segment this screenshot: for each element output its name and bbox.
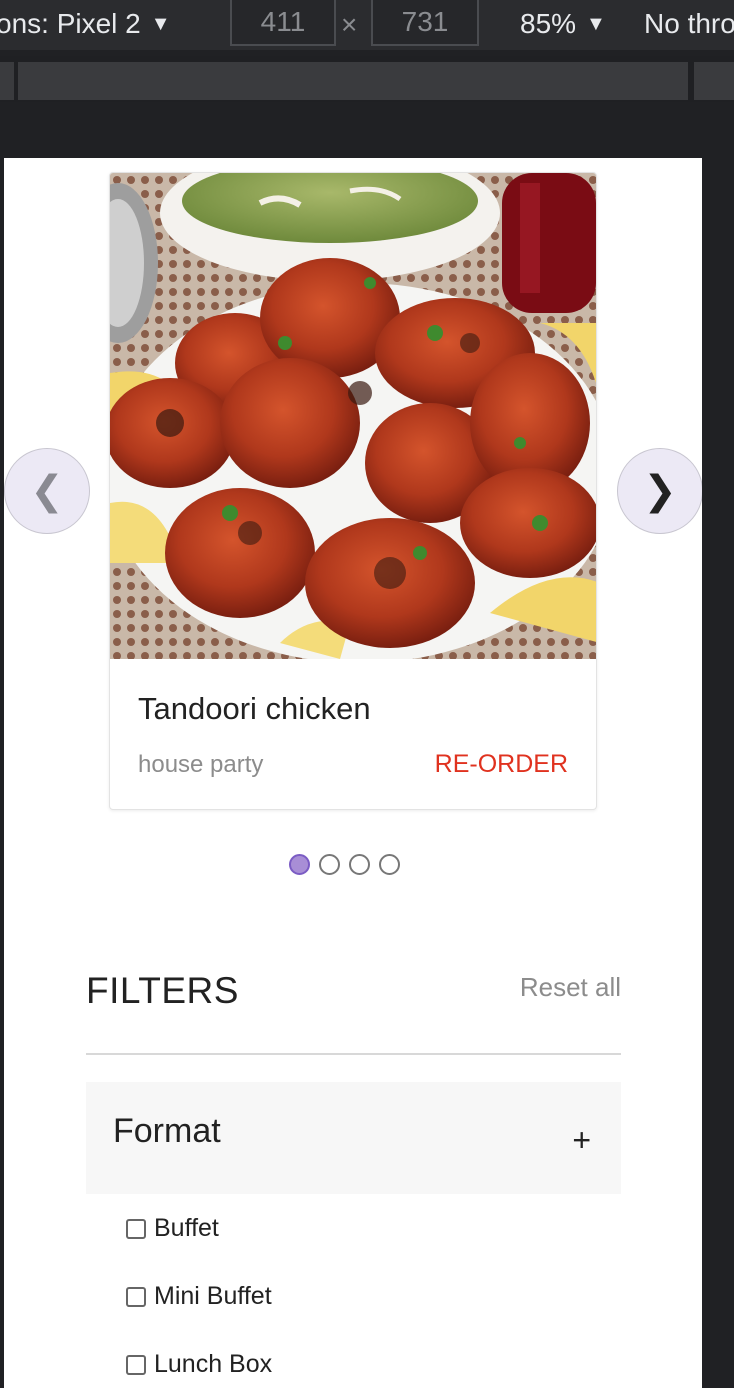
filter-option-lunch-box[interactable]: Lunch Box [126,1350,272,1379]
format-section-label: Format [113,1112,221,1150]
filter-option-buffet[interactable]: Buffet [126,1214,219,1243]
divider [86,1053,621,1055]
pagination-dot[interactable] [349,854,370,875]
checkbox[interactable] [126,1354,146,1375]
media-query-bar [0,56,734,102]
option-label: Buffet [154,1214,219,1242]
media-query-segment[interactable] [18,62,688,100]
plus-icon: + [572,1122,591,1158]
device-selector[interactable]: ons: Pixel 2 ▼ [0,8,171,40]
chevron-right-icon: ❯ [643,469,677,513]
pagination-dot[interactable] [289,854,310,875]
throttle-selector[interactable]: No thro [644,8,734,40]
times-icon: × [341,9,358,40]
pagination-dot[interactable] [379,854,400,875]
carousel-pagination [289,854,400,875]
media-query-segment[interactable] [0,62,14,100]
media-query-segment[interactable] [694,62,734,100]
checkbox[interactable] [126,1218,146,1239]
chevron-left-icon: ❮ [30,469,64,513]
checkbox[interactable] [126,1286,146,1307]
width-input[interactable]: 411 [230,0,336,46]
carousel-next-button[interactable]: ❯ [617,448,702,534]
item-subtitle: house party [138,751,264,778]
carousel-prev-button[interactable]: ❮ [4,448,90,534]
order-card[interactable]: Tandoori chicken house party RE-ORDER [109,172,597,810]
reset-all-link[interactable]: Reset all [520,972,621,1003]
tandoori-chicken-image [110,173,596,659]
dropdown-triangle-icon: ▼ [150,13,171,35]
filter-option-mini-buffet[interactable]: Mini Buffet [126,1282,272,1311]
pagination-dot[interactable] [319,854,340,875]
devtools-toolbar: ons: Pixel 2 ▼ 411 × 731 85% ▼ No thro [0,0,734,50]
reorder-button[interactable]: RE-ORDER [435,750,568,779]
height-input[interactable]: 731 [371,0,479,46]
item-title: Tandoori chicken [138,691,371,726]
zoom-selector[interactable]: 85% ▼ [520,8,606,40]
device-label: ons: Pixel 2 [0,8,141,39]
option-label: Mini Buffet [154,1282,272,1310]
zoom-label: 85% [520,8,577,39]
format-section-toggle[interactable]: Format + [86,1082,621,1194]
option-label: Lunch Box [154,1350,273,1378]
page-viewport: Tandoori chicken house party RE-ORDER ❮ … [4,158,702,1388]
dropdown-triangle-icon: ▼ [586,13,606,35]
filters-heading: FILTERS [86,970,239,1011]
